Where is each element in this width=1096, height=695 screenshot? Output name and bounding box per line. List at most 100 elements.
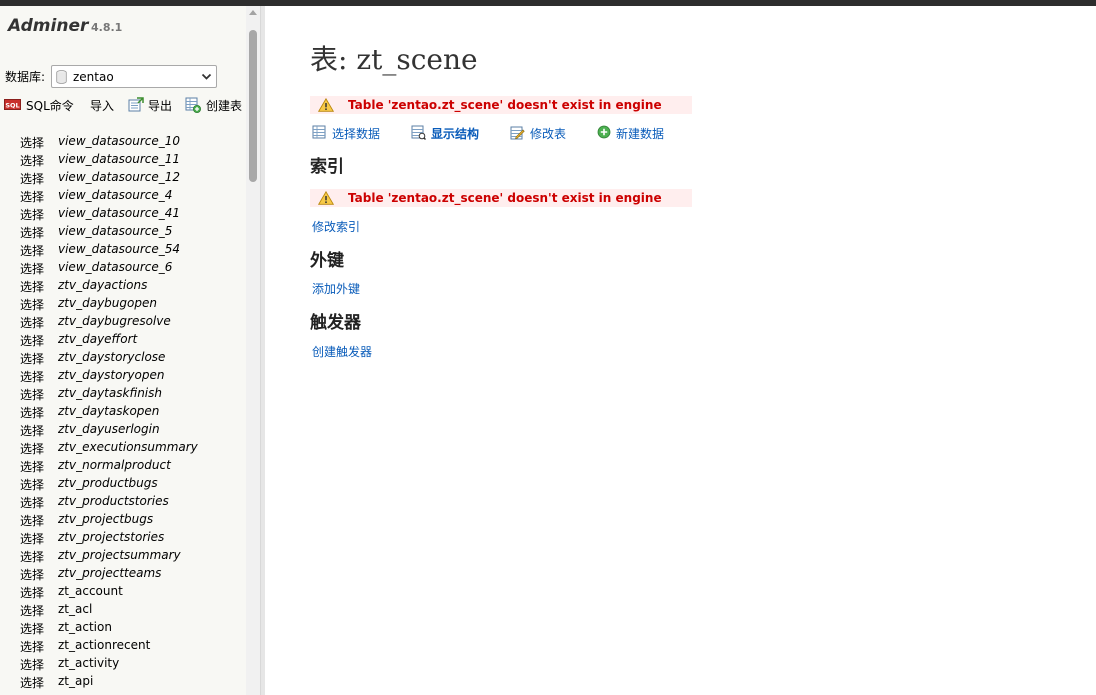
warning-icon [318,191,334,205]
select-table-link[interactable]: 选择 [20,350,44,367]
table-row: 选择 ztv_daybugopen [0,294,246,312]
table-name-link[interactable]: ztv_projectsummary [58,548,181,562]
table-name-link[interactable]: ztv_dayeffort [58,332,137,346]
select-table-link[interactable]: 选择 [20,512,44,529]
select-table-link[interactable]: 选择 [20,134,44,151]
database-value: zentao [73,70,114,84]
table-name-link[interactable]: zt_action [58,620,112,634]
table-name-link[interactable]: zt_account [58,584,123,598]
alter-indexes-link[interactable]: 修改索引 [312,218,360,235]
alter-table-icon [510,126,525,140]
table-name-link[interactable]: zt_actionrecent [58,638,150,652]
table-name-link[interactable]: ztv_normalproduct [58,458,171,472]
select-table-link[interactable]: 选择 [20,440,44,457]
scroll-up-arrow-icon[interactable] [249,10,257,15]
table-name-link[interactable]: view_datasource_6 [58,260,172,274]
select-table-link[interactable]: 选择 [20,584,44,601]
table-name-link[interactable]: ztv_daystoryclose [58,350,165,364]
table-row: 选择 ztv_projectsummary [0,546,246,564]
select-table-link[interactable]: 选择 [20,296,44,313]
add-trigger-link[interactable]: 创建触发器 [312,343,372,360]
table-name-link[interactable]: view_datasource_41 [58,206,180,220]
table-row: 选择 ztv_projectstories [0,528,246,546]
foreign-keys-heading: 外键 [310,251,344,271]
select-table-link[interactable]: 选择 [20,386,44,403]
scrollbar-thumb[interactable] [249,30,257,182]
table-row: 选择 ztv_productbugs [0,474,246,492]
table-row: 选择 view_datasource_11 [0,150,246,168]
table-name-link[interactable]: ztv_dayuserlogin [58,422,160,436]
table-name-link[interactable]: ztv_daytaskfinish [58,386,162,400]
table-name-link[interactable]: view_datasource_11 [58,152,180,166]
select-table-link[interactable]: 选择 [20,476,44,493]
select-table-link[interactable]: 选择 [20,602,44,619]
table-row: 选择 ztv_daystoryclose [0,348,246,366]
select-table-link[interactable]: 选择 [20,458,44,475]
select-table-link[interactable]: 选择 [20,314,44,331]
table-name-link[interactable]: view_datasource_54 [58,242,180,256]
select-data-icon [312,125,326,139]
add-foreign-key-link[interactable]: 添加外键 [312,280,360,297]
select-table-link[interactable]: 选择 [20,530,44,547]
select-table-link[interactable]: 选择 [20,674,44,691]
table-name-link[interactable]: view_datasource_4 [58,188,172,202]
select-table-link[interactable]: 选择 [20,224,44,241]
select-table-link[interactable]: 选择 [20,206,44,223]
table-name-link[interactable]: zt_activity [58,656,119,670]
table-name-link[interactable]: ztv_projectteams [58,566,161,580]
select-table-link[interactable]: 选择 [20,278,44,295]
table-row: 选择 zt_api [0,672,246,690]
table-name-link[interactable]: view_datasource_12 [58,170,180,184]
table-row: 选择 ztv_daystoryopen [0,366,246,384]
database-select[interactable]: zentao [51,65,217,88]
select-table-link[interactable]: 选择 [20,368,44,385]
select-table-link[interactable]: 选择 [20,422,44,439]
table-name-link[interactable]: ztv_daystoryopen [58,368,164,382]
table-name-link[interactable]: ztv_executionsummary [58,440,198,454]
select-table-link[interactable]: 选择 [20,152,44,169]
table-row: 选择 ztv_productstories [0,492,246,510]
main-content: 表: zt_scene Table 'zentao.zt_scene' does… [265,6,1096,695]
select-table-link[interactable]: 选择 [20,638,44,655]
table-row: 选择 ztv_daytaskopen [0,402,246,420]
app-logo[interactable]: Adminer [8,16,88,36]
select-table-link[interactable]: 选择 [20,170,44,187]
table-name-link[interactable]: zt_api [58,674,93,688]
select-table-link[interactable]: 选择 [20,620,44,637]
app-version[interactable]: 4.8.1 [91,21,122,34]
select-table-link[interactable]: 选择 [20,566,44,583]
table-name-link[interactable]: ztv_productstories [58,494,169,508]
table-row: 选择 ztv_daybugresolve [0,312,246,330]
table-name-link[interactable]: view_datasource_10 [58,134,180,148]
table-row: 选择 ztv_dayactions [0,276,246,294]
warning-icon [318,98,334,112]
select-table-link[interactable]: 选择 [20,404,44,421]
table-row: 选择 ztv_projectbugs [0,510,246,528]
select-table-link[interactable]: 选择 [20,260,44,277]
table-name-link[interactable]: ztv_projectbugs [58,512,153,526]
svg-text:SQL: SQL [5,102,19,110]
table-name-link[interactable]: ztv_daytaskopen [58,404,159,418]
table-name-link[interactable]: ztv_daybugopen [58,296,157,310]
table-row: 选择 ztv_normalproduct [0,456,246,474]
table-row: 选择 ztv_executionsummary [0,438,246,456]
table-name-link[interactable]: ztv_projectstories [58,530,164,544]
select-table-link[interactable]: 选择 [20,656,44,673]
table-name-link[interactable]: ztv_dayactions [58,278,147,292]
select-table-link[interactable]: 选择 [20,332,44,349]
indexes-error-message: Table 'zentao.zt_scene' doesn't exist in… [310,189,692,207]
table-row: 选择 ztv_projectteams [0,564,246,582]
new-item-icon [597,125,611,139]
table-name-link[interactable]: ztv_productbugs [58,476,158,490]
table-name-link[interactable]: view_datasource_5 [58,224,172,238]
select-table-link[interactable]: 选择 [20,494,44,511]
select-table-link[interactable]: 选择 [20,548,44,565]
select-table-link[interactable]: 选择 [20,188,44,205]
sidebar-scrollbar[interactable] [246,6,260,695]
table-name-link[interactable]: zt_acl [58,602,92,616]
select-table-link[interactable]: 选择 [20,242,44,259]
show-structure-icon [411,125,426,140]
table-name-link[interactable]: ztv_daybugresolve [58,314,171,328]
sidebar: Adminer 4.8.1 数据库: zentao SQL SQL命令 导入 导… [0,6,246,695]
table-row: 选择 view_datasource_54 [0,240,246,258]
